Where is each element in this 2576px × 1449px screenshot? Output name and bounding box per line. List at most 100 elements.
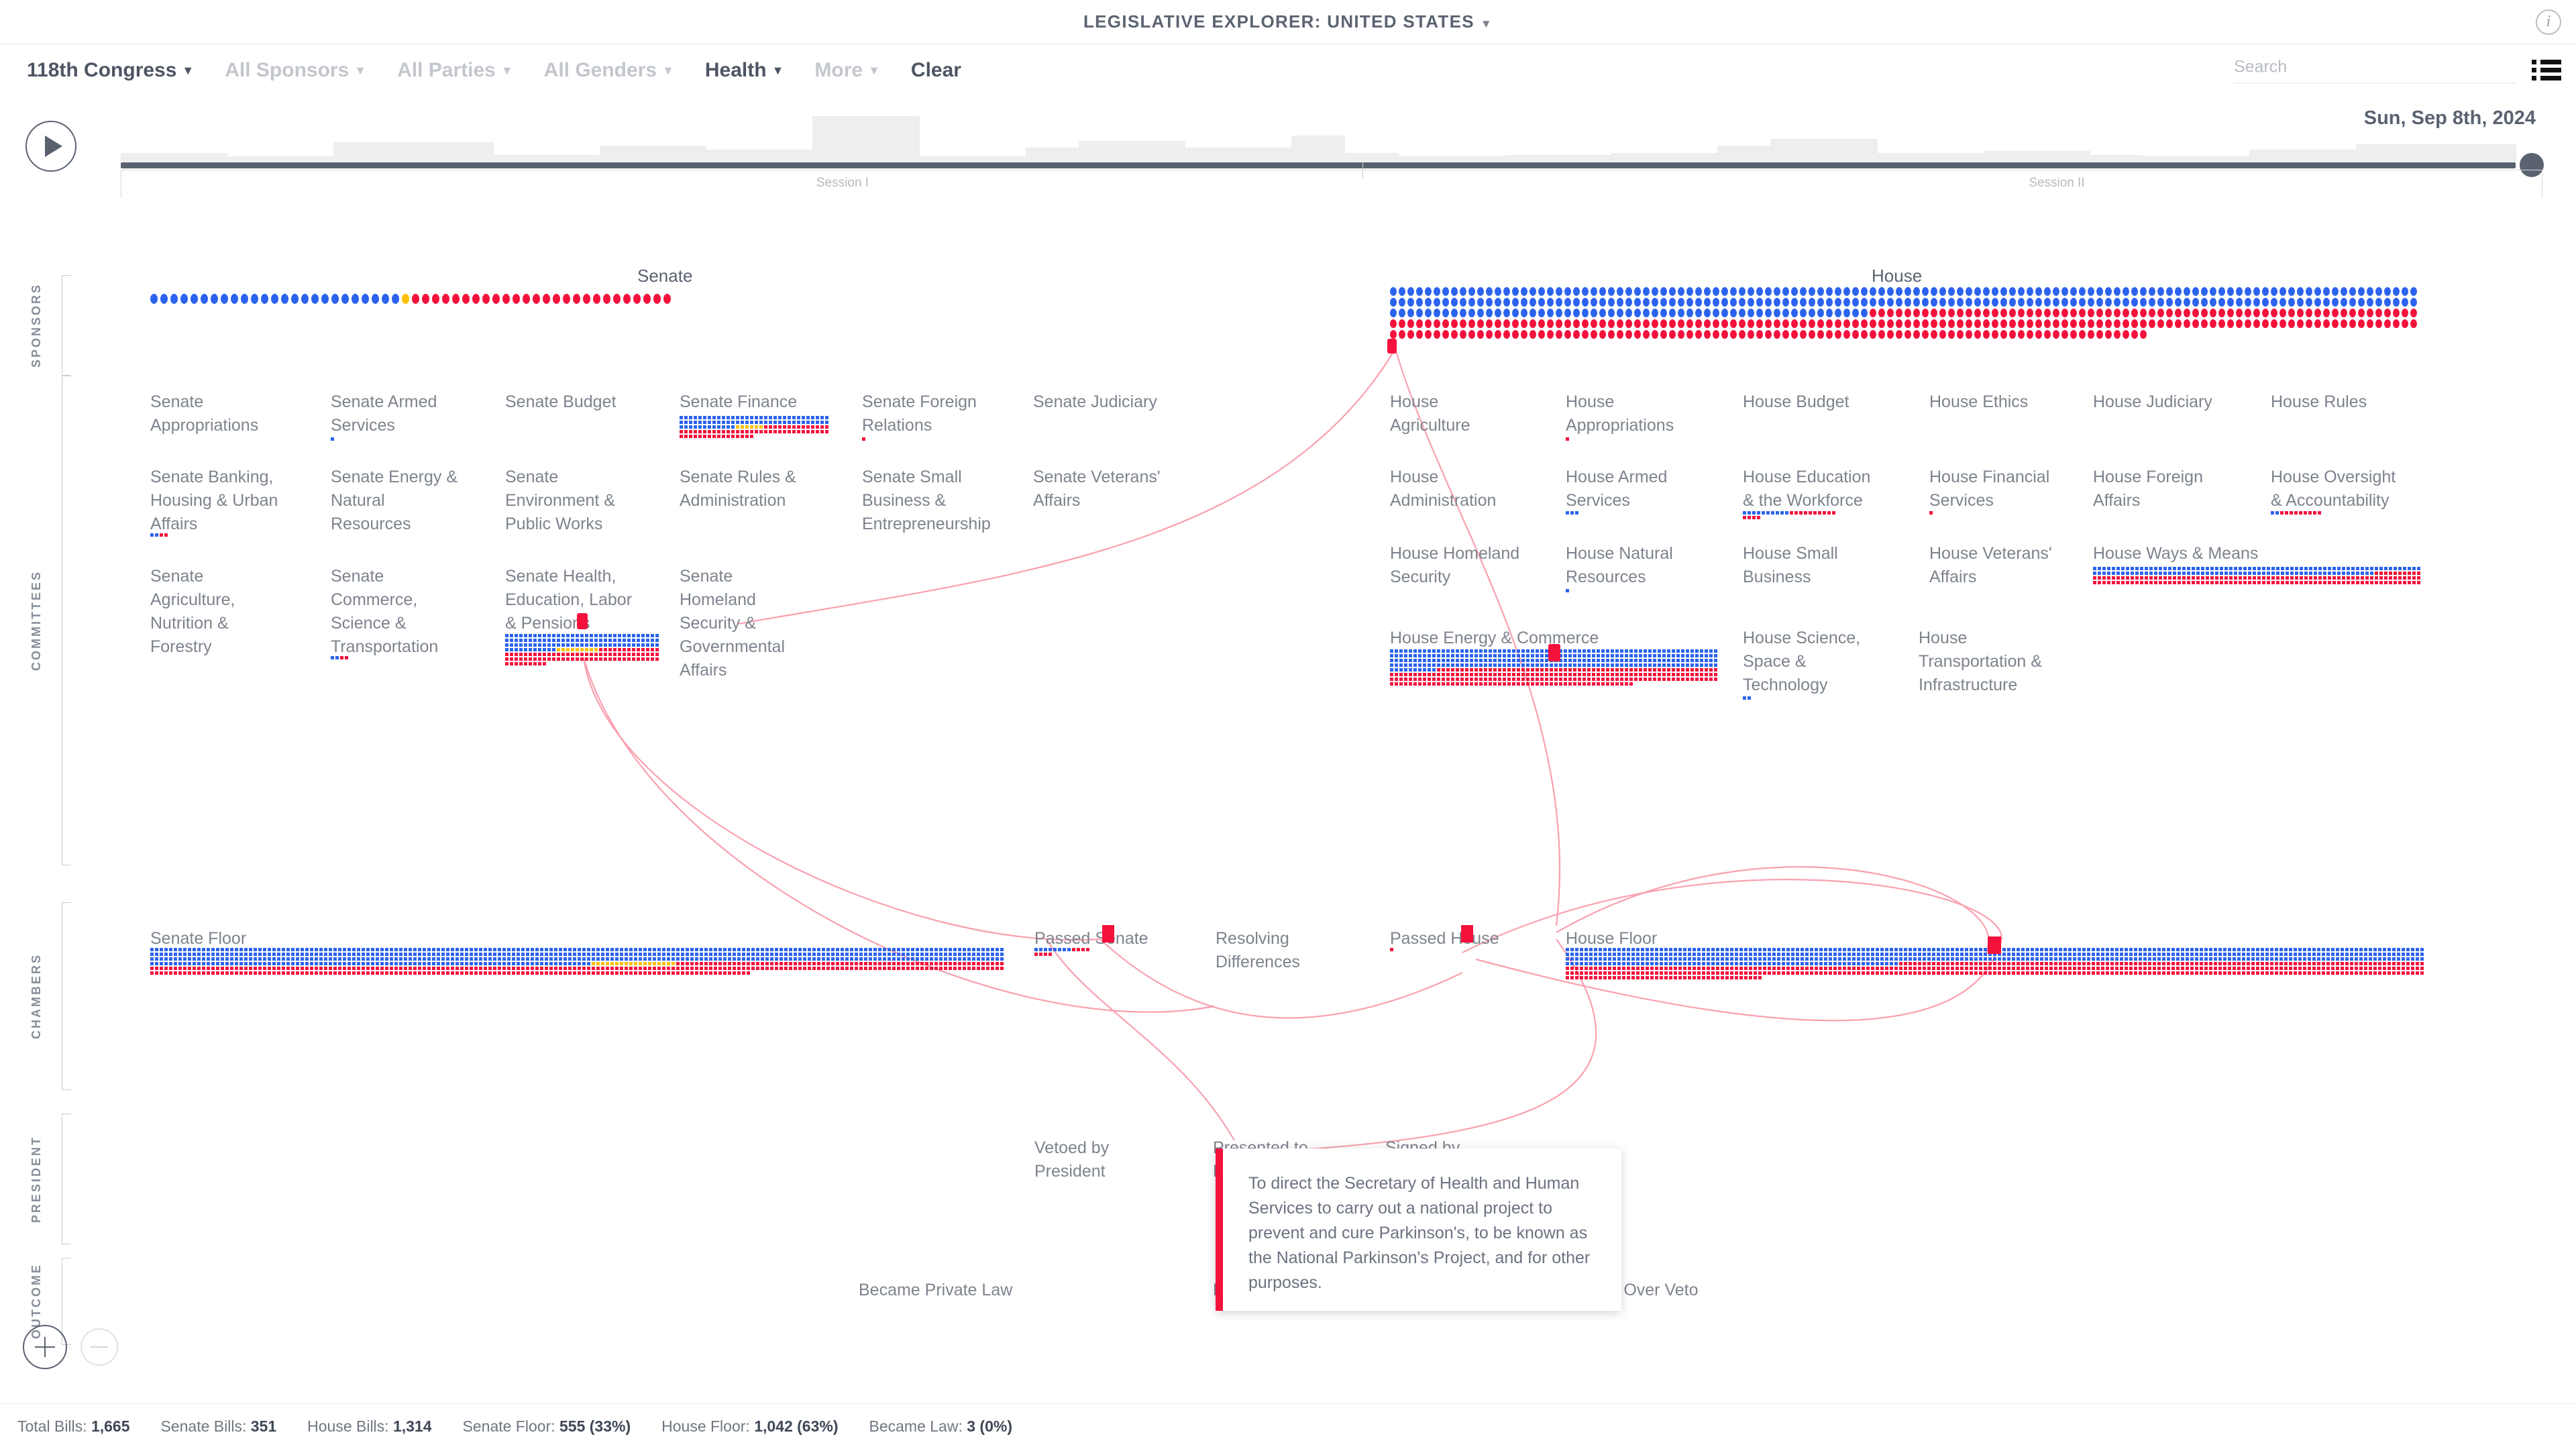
committee-house-transportation[interactable]: House Transportation & Infrastructure — [1919, 627, 2042, 697]
committee-house-rules[interactable]: House Rules — [2271, 390, 2367, 414]
bill-tooltip: To direct the Secretary of Health and Hu… — [1216, 1148, 1621, 1311]
info-icon[interactable]: i — [2536, 9, 2561, 35]
stage-house-floor[interactable]: House Floor — [1566, 927, 1657, 951]
committee-house-science[interactable]: House Science, Space & Technology — [1743, 627, 1860, 697]
list-view-icon[interactable] — [2532, 60, 2561, 81]
stat-house-floor: House Floor: 1,042 (63%) — [661, 1417, 839, 1435]
play-icon — [44, 136, 62, 157]
house-sponsor-dots[interactable] — [1390, 287, 2426, 341]
stage-passed-senate[interactable]: Passed Senate — [1034, 927, 1148, 951]
bracket-committees — [62, 376, 71, 865]
committee-senate-rules[interactable]: Senate Rules & Administration — [680, 466, 796, 513]
clear-filters-button[interactable]: Clear — [911, 59, 961, 82]
dots-senate-armed-services[interactable] — [331, 437, 371, 442]
dots-house-armed-services[interactable] — [1566, 511, 1599, 516]
committee-senate-budget[interactable]: Senate Budget — [505, 390, 616, 414]
committee-senate-commerce[interactable]: Senate Commerce, Science & Transportatio… — [331, 565, 438, 659]
stats-footer: Total Bills: 1,665 Senate Bills: 351 Hou… — [0, 1403, 2576, 1449]
highlighted-senate-health-marker — [577, 613, 588, 629]
committee-senate-appropriations[interactable]: Senate Appropriations — [150, 390, 258, 437]
dots-house-education[interactable] — [1743, 511, 1837, 521]
dots-passed-house[interactable] — [1390, 948, 1410, 953]
timeline[interactable]: Sun, Sep 8th, 2024 Session I Session II — [121, 107, 2544, 198]
session-axis: Session I Session II — [121, 162, 2543, 198]
dots-house-appropriations[interactable] — [1566, 437, 1593, 442]
committee-house-small-business[interactable]: House Small Business — [1743, 542, 1838, 589]
page-title[interactable]: LEGISLATIVE EXPLORER: UNITED STATES ▼ — [1083, 11, 1493, 32]
search-box — [2234, 57, 2516, 84]
committee-house-budget[interactable]: House Budget — [1743, 390, 1849, 414]
stage-passed-house[interactable]: Passed House — [1390, 927, 1499, 951]
committee-senate-foreign-relations[interactable]: Senate Foreign Relations — [862, 390, 977, 437]
committee-house-natural-resources[interactable]: House Natural Resources — [1566, 542, 1673, 589]
bracket-president — [62, 1114, 71, 1244]
dots-house-ways-means[interactable] — [2093, 567, 2425, 586]
committee-house-education[interactable]: House Education & the Workforce — [1743, 466, 1870, 513]
committee-senate-small-business[interactable]: Senate Small Business & Entrepreneurship — [862, 466, 991, 536]
committee-house-agriculture[interactable]: House Agriculture — [1390, 390, 1470, 437]
dots-senate-commerce[interactable] — [331, 656, 364, 661]
committee-senate-veterans[interactable]: Senate Veterans' Affairs — [1033, 466, 1161, 513]
filter-more[interactable]: More ▼ — [814, 59, 880, 82]
page-title-text: LEGISLATIVE EXPLORER: UNITED STATES — [1083, 11, 1474, 32]
committee-senate-health[interactable]: Senate Health, Education, Labor & Pensio… — [505, 565, 632, 635]
row-label-president: PRESIDENT — [30, 1135, 43, 1223]
committee-house-foreign-affairs[interactable]: House Foreign Affairs — [2093, 466, 2203, 513]
committee-senate-homeland[interactable]: Senate Homeland Security & Governmental … — [680, 565, 785, 682]
play-button[interactable] — [25, 121, 76, 172]
committee-house-financial-services[interactable]: House Financial Services — [1929, 466, 2049, 513]
committee-house-appropriations[interactable]: House Appropriations — [1566, 390, 1674, 437]
stage-became-private-law[interactable]: Became Private Law — [859, 1279, 1012, 1302]
committee-senate-judiciary[interactable]: Senate Judiciary — [1033, 390, 1157, 414]
dots-senate-banking[interactable] — [150, 533, 184, 538]
committee-house-armed-services[interactable]: House Armed Services — [1566, 466, 1667, 513]
chevron-down-icon: ▼ — [500, 64, 513, 77]
zoom-out-button[interactable] — [80, 1328, 118, 1366]
dots-senate-floor[interactable] — [150, 948, 1009, 976]
chevron-down-icon: ▼ — [868, 64, 880, 77]
highlighted-passed-senate-marker — [1102, 925, 1114, 943]
committee-senate-finance[interactable]: Senate Finance — [680, 390, 797, 414]
committee-senate-banking[interactable]: Senate Banking, Housing & Urban Affairs — [150, 466, 278, 536]
session-label-2: Session II — [2029, 176, 2085, 190]
filter-parties[interactable]: All Parties ▼ — [397, 59, 513, 82]
committee-senate-environment[interactable]: Senate Environment & Public Works — [505, 466, 615, 536]
stat-senate-floor: Senate Floor: 555 (33%) — [462, 1417, 631, 1435]
session-divider — [1362, 162, 1363, 178]
row-label-chambers: CHAMBERS — [30, 953, 43, 1040]
committee-senate-armed-services[interactable]: Senate Armed Services — [331, 390, 437, 437]
stage-senate-floor[interactable]: Senate Floor — [150, 927, 246, 951]
senate-sponsor-dots[interactable] — [150, 294, 674, 304]
dots-house-natural-resources[interactable] — [1566, 589, 1593, 594]
committee-house-homeland-security[interactable]: House Homeland Security — [1390, 542, 1519, 589]
dots-house-science[interactable] — [1743, 696, 1770, 701]
dots-house-oversight[interactable] — [2271, 511, 2324, 516]
stage-resolving-differences[interactable]: Resolving Differences — [1216, 927, 1300, 974]
filter-congress[interactable]: 118th Congress ▼ — [27, 59, 194, 82]
committee-house-administration[interactable]: House Administration — [1390, 466, 1496, 513]
chevron-down-icon: ▼ — [1480, 17, 1493, 30]
dots-senate-health[interactable] — [505, 634, 661, 667]
committee-house-judiciary[interactable]: House Judiciary — [2093, 390, 2212, 414]
committee-senate-energy[interactable]: Senate Energy & Natural Resources — [331, 466, 458, 536]
chevron-down-icon: ▼ — [354, 64, 367, 77]
timeline-track[interactable] — [121, 162, 2516, 168]
dots-house-financial-services[interactable] — [1929, 511, 1956, 516]
filter-topic[interactable]: Health ▼ — [705, 59, 784, 82]
committee-house-ways-means[interactable]: House Ways & Means — [2093, 542, 2258, 566]
committee-house-ethics[interactable]: House Ethics — [1929, 390, 2028, 414]
filter-sponsors[interactable]: All Sponsors ▼ — [225, 59, 366, 82]
dots-passed-senate[interactable] — [1034, 948, 1095, 957]
chevron-down-icon: ▼ — [182, 64, 195, 77]
filter-genders[interactable]: All Genders ▼ — [544, 59, 674, 82]
dots-senate-foreign-relations[interactable] — [862, 437, 889, 442]
committee-senate-agriculture[interactable]: Senate Agriculture, Nutrition & Forestry — [150, 565, 235, 659]
committee-house-energy-commerce[interactable]: House Energy & Commerce — [1390, 627, 1599, 650]
committee-house-oversight[interactable]: House Oversight & Accountability — [2271, 466, 2396, 513]
dots-senate-finance[interactable] — [680, 416, 834, 439]
stage-vetoed-by-president[interactable]: Vetoed by President — [1034, 1136, 1109, 1183]
filter-bar: 118th Congress ▼ All Sponsors ▼ All Partie… — [0, 44, 2576, 97]
zoom-in-button[interactable] — [23, 1325, 67, 1369]
search-input[interactable] — [2234, 57, 2516, 77]
committee-house-veterans[interactable]: House Veterans' Affairs — [1929, 542, 2052, 589]
